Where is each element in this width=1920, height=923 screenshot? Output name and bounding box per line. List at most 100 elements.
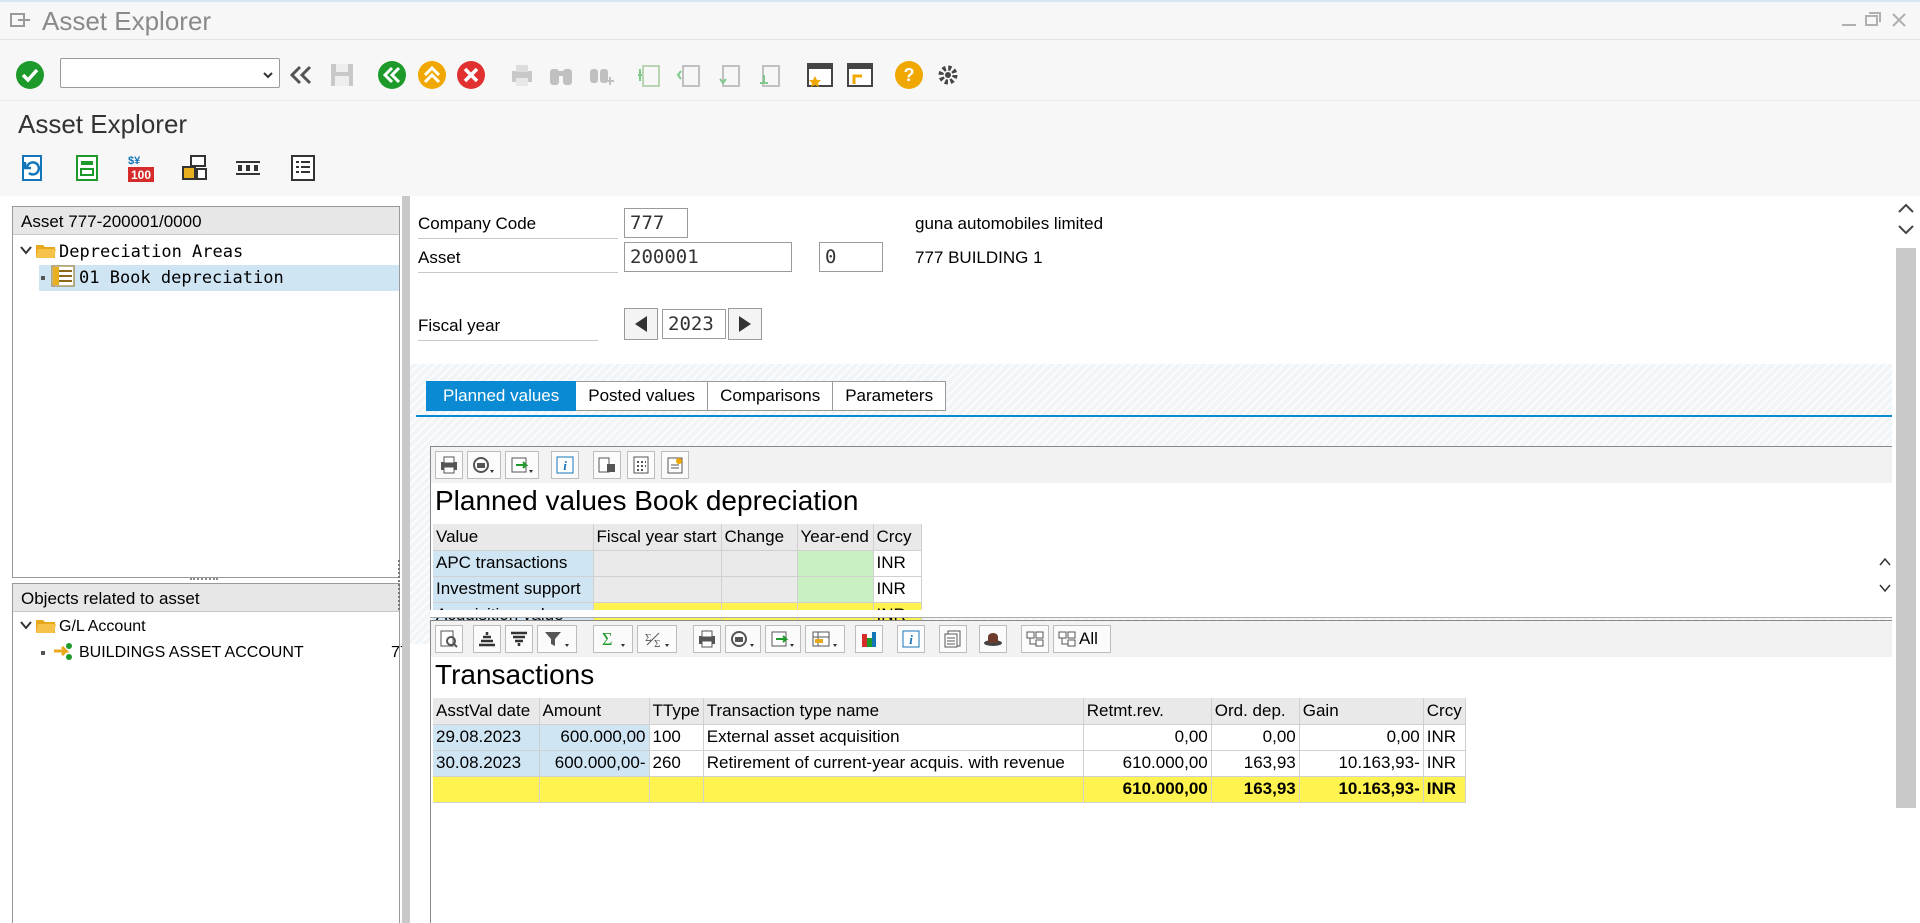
print-icon[interactable] <box>693 625 721 653</box>
hierarchy-icon[interactable] <box>179 153 211 185</box>
find-next-icon[interactable] <box>585 59 617 91</box>
column-header[interactable]: Transaction type name <box>703 698 1084 725</box>
tab-comparisons[interactable]: Comparisons <box>708 381 834 411</box>
column-header[interactable]: AsstVal date <box>433 698 540 725</box>
sort-ascending-icon[interactable] <box>473 625 501 653</box>
total-row[interactable]: 610.000,00 163,93 10.163,93- INR <box>433 776 1466 803</box>
print-preview-icon[interactable] <box>467 451 501 479</box>
asset-master-icon[interactable] <box>72 153 104 185</box>
layout-icon[interactable] <box>805 625 845 653</box>
tab-parameters[interactable]: Parameters <box>833 381 947 411</box>
table-row[interactable]: 29.08.2023 600.000,00 100 External asset… <box>433 724 1466 751</box>
tab-posted-values[interactable]: Posted values <box>576 381 709 411</box>
cancel-icon[interactable] <box>455 59 487 91</box>
expand-chevron-icon[interactable] <box>19 618 35 637</box>
scroll-down-icon[interactable] <box>1896 222 1916 238</box>
close-window-icon[interactable] <box>1888 10 1910 32</box>
column-header[interactable]: Amount <box>539 698 650 725</box>
asset-subnumber-field[interactable]: 0 <box>819 242 883 272</box>
tree-node-gl-account[interactable]: G/L Account <box>19 614 146 640</box>
grid-scrollbar[interactable] <box>1876 521 1892 617</box>
table-row[interactable]: 30.08.2023 600.000,00- 260 Retirement of… <box>433 750 1466 777</box>
splitter-grip[interactable] <box>398 560 404 610</box>
asset-number-field[interactable]: 200001 <box>624 242 792 272</box>
tree-node-book-depreciation[interactable]: 01 Book depreciation <box>39 265 399 291</box>
info-icon[interactable]: i <box>897 625 925 653</box>
command-field[interactable] <box>60 58 280 88</box>
list-report-icon[interactable] <box>288 153 320 185</box>
column-header[interactable]: Crcy <box>873 524 922 551</box>
save-icon[interactable] <box>326 59 358 91</box>
refresh-icon[interactable] <box>18 153 50 185</box>
total-icon[interactable]: Σ <box>593 625 633 653</box>
content-scrollbar[interactable] <box>1892 196 1920 923</box>
amount-cell: 600.000,00- <box>539 750 650 777</box>
fiscal-year-field[interactable]: 2023 <box>662 309 726 339</box>
scrollbar-thumb[interactable] <box>1896 248 1916 808</box>
column-header[interactable]: Ord. dep. <box>1211 698 1300 725</box>
expand-chevron-icon[interactable] <box>19 243 35 262</box>
previous-page-icon[interactable] <box>674 59 706 91</box>
company-code-field[interactable]: 777 <box>624 208 688 238</box>
generate-shortcut-icon[interactable] <box>844 59 876 91</box>
graphic-icon[interactable] <box>593 451 621 479</box>
column-header[interactable]: Crcy <box>1423 698 1466 725</box>
table-row[interactable]: Investment support INR <box>433 576 922 603</box>
exit-icon[interactable] <box>416 59 448 91</box>
info-icon[interactable]: i <box>551 451 579 479</box>
print-icon[interactable] <box>435 451 463 479</box>
help-icon[interactable]: ? <box>893 59 925 91</box>
chevron-down-icon[interactable] <box>263 67 273 79</box>
back-icon[interactable] <box>376 59 408 91</box>
scroll-down-icon[interactable] <box>1878 581 1892 595</box>
column-header[interactable]: Fiscal year start <box>593 524 722 551</box>
column-header[interactable]: Year-end <box>797 524 874 551</box>
tree-bullet-icon <box>39 269 51 287</box>
calculator-icon[interactable] <box>627 451 655 479</box>
column-header[interactable]: Value <box>433 524 594 551</box>
chart-icon[interactable] <box>855 625 883 653</box>
column-header[interactable]: TType <box>649 698 704 725</box>
find-icon[interactable] <box>545 59 577 91</box>
transactions-table: AsstVal date Amount TType Transaction ty… <box>433 698 1466 803</box>
hat-icon[interactable] <box>979 625 1007 653</box>
tab-planned-values[interactable]: Planned values <box>426 381 577 411</box>
document-list-icon[interactable] <box>939 625 967 653</box>
grid-divider[interactable] <box>430 610 1892 618</box>
last-page-icon[interactable] <box>754 59 786 91</box>
column-header[interactable]: Retmt.rev. <box>1083 698 1212 725</box>
enter-check-icon[interactable] <box>14 59 46 91</box>
currency-icon[interactable]: $¥ 100 <box>125 153 157 185</box>
sort-descending-icon[interactable] <box>505 625 533 653</box>
tree-node-buildings-account[interactable]: BUILDINGS ASSET ACCOUNT 77 <box>39 640 409 666</box>
document-icon[interactable] <box>661 451 689 479</box>
details-icon[interactable] <box>435 625 463 653</box>
column-header[interactable]: Gain <box>1299 698 1424 725</box>
filter-icon[interactable] <box>537 625 577 653</box>
display-columns-icon[interactable] <box>233 153 265 185</box>
subtotal-icon[interactable]: ΣΣ <box>637 625 677 653</box>
retirement-revenue-cell: 0,00 <box>1083 724 1212 751</box>
tree-node-depreciation-areas[interactable]: Depreciation Areas <box>19 239 243 265</box>
column-header[interactable]: Change <box>721 524 798 551</box>
settings-gear-icon[interactable] <box>932 59 964 91</box>
print-preview-icon[interactable] <box>725 625 761 653</box>
next-year-button[interactable] <box>728 308 762 340</box>
create-session-icon[interactable] <box>804 59 836 91</box>
table-row[interactable]: APC transactions INR <box>433 550 922 577</box>
scroll-up-icon[interactable] <box>1878 555 1892 569</box>
date-cell: 29.08.2023 <box>433 724 540 751</box>
maximize-icon[interactable] <box>1862 10 1884 32</box>
previous-year-button[interactable] <box>624 308 658 340</box>
export-icon[interactable] <box>505 451 539 479</box>
app-menu-icon[interactable] <box>10 12 32 30</box>
print-icon[interactable] <box>506 59 538 91</box>
expand-all-button[interactable]: All <box>1053 625 1111 653</box>
minimize-icon[interactable] <box>1838 10 1860 32</box>
first-page-icon[interactable] <box>634 59 666 91</box>
expand-node-icon[interactable] <box>1021 625 1049 653</box>
double-chevron-left-icon[interactable] <box>284 59 316 91</box>
next-page-icon[interactable] <box>714 59 746 91</box>
export-icon[interactable] <box>765 625 801 653</box>
scroll-up-icon[interactable] <box>1896 200 1916 216</box>
